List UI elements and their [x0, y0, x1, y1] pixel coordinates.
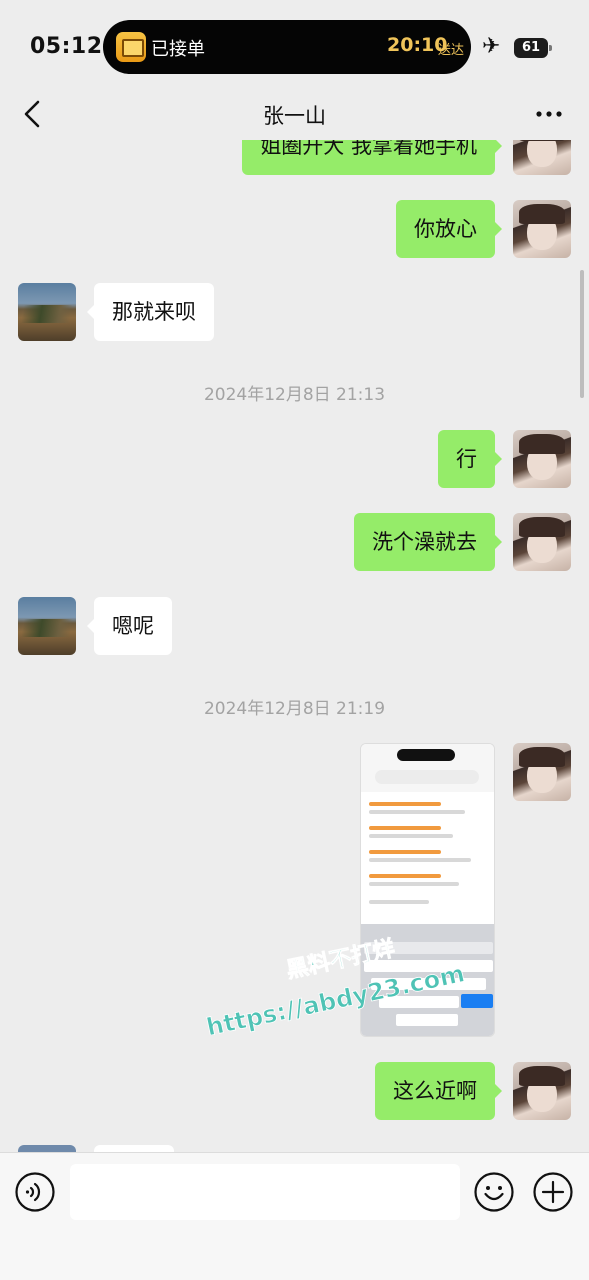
delivery-box-icon: [116, 32, 146, 62]
screenshot-result-row: [369, 822, 489, 844]
message-bubble-other[interactable]: 那就来呗: [87, 283, 214, 341]
my-avatar[interactable]: [513, 430, 571, 488]
message-input-bar: [0, 1152, 589, 1280]
my-avatar[interactable]: [513, 743, 571, 801]
contact-avatar[interactable]: [18, 283, 76, 341]
screenshot-result-row: [369, 798, 489, 820]
screenshot-keyboard: [361, 924, 494, 1036]
message-text-field[interactable]: [70, 1164, 460, 1220]
message-bubble-other[interactable]: 嗯呢: [87, 597, 172, 655]
message-bubble-self[interactable]: 行: [438, 430, 502, 488]
screenshot-island: [397, 749, 455, 761]
message-bubble-self[interactable]: 姐圈开大 我拿着她手机: [242, 140, 502, 175]
voice-input-icon[interactable]: [14, 1171, 56, 1213]
my-avatar[interactable]: [513, 200, 571, 258]
island-eta-label: 送达: [438, 43, 465, 58]
screenshot-search-bar: [375, 770, 479, 784]
status-bar: 05:12 已接单 20:10 送达 ✈ 61: [0, 0, 589, 90]
message-bubble-other[interactable]: [94, 1145, 174, 1152]
contact-avatar[interactable]: [18, 597, 76, 655]
my-avatar[interactable]: [513, 513, 571, 571]
image-message-screenshot[interactable]: [360, 743, 495, 1037]
battery-icon: 61: [514, 38, 552, 58]
emoji-icon[interactable]: [473, 1171, 515, 1213]
more-options-icon[interactable]: [534, 102, 564, 126]
screenshot-result-row: [369, 896, 489, 918]
my-avatar[interactable]: [513, 140, 571, 175]
island-status-label: 已接单: [151, 39, 205, 60]
dynamic-island-activity[interactable]: 已接单 20:10 送达: [103, 20, 471, 74]
message-bubble-self[interactable]: 洗个澡就去: [354, 513, 502, 571]
chat-header: 张一山: [0, 90, 589, 140]
chat-title: 张一山: [263, 104, 326, 128]
contact-avatar[interactable]: [18, 1145, 76, 1152]
message-timestamp: 2024年12月8日 21:19: [203, 699, 386, 719]
airplane-mode-icon: ✈: [482, 34, 501, 59]
add-more-icon[interactable]: [532, 1171, 574, 1213]
message-timestamp: 2024年12月8日 21:13: [203, 385, 386, 405]
message-list[interactable]: 姐圈开大 我拿着她手机 你放心 那就来呗 2024年12月8日 21:13 行 …: [0, 140, 589, 1152]
my-avatar[interactable]: [513, 1062, 571, 1120]
chat-scrollbar[interactable]: [580, 270, 584, 398]
screenshot-search-key: [461, 994, 493, 1008]
screenshot-result-row: [369, 870, 489, 892]
message-bubble-self[interactable]: 你放心: [396, 200, 502, 258]
status-time: 05:12: [30, 34, 103, 59]
screenshot-header: [361, 744, 494, 792]
screenshot-result-row: [369, 846, 489, 868]
message-bubble-self[interactable]: 这么近啊: [375, 1062, 502, 1120]
